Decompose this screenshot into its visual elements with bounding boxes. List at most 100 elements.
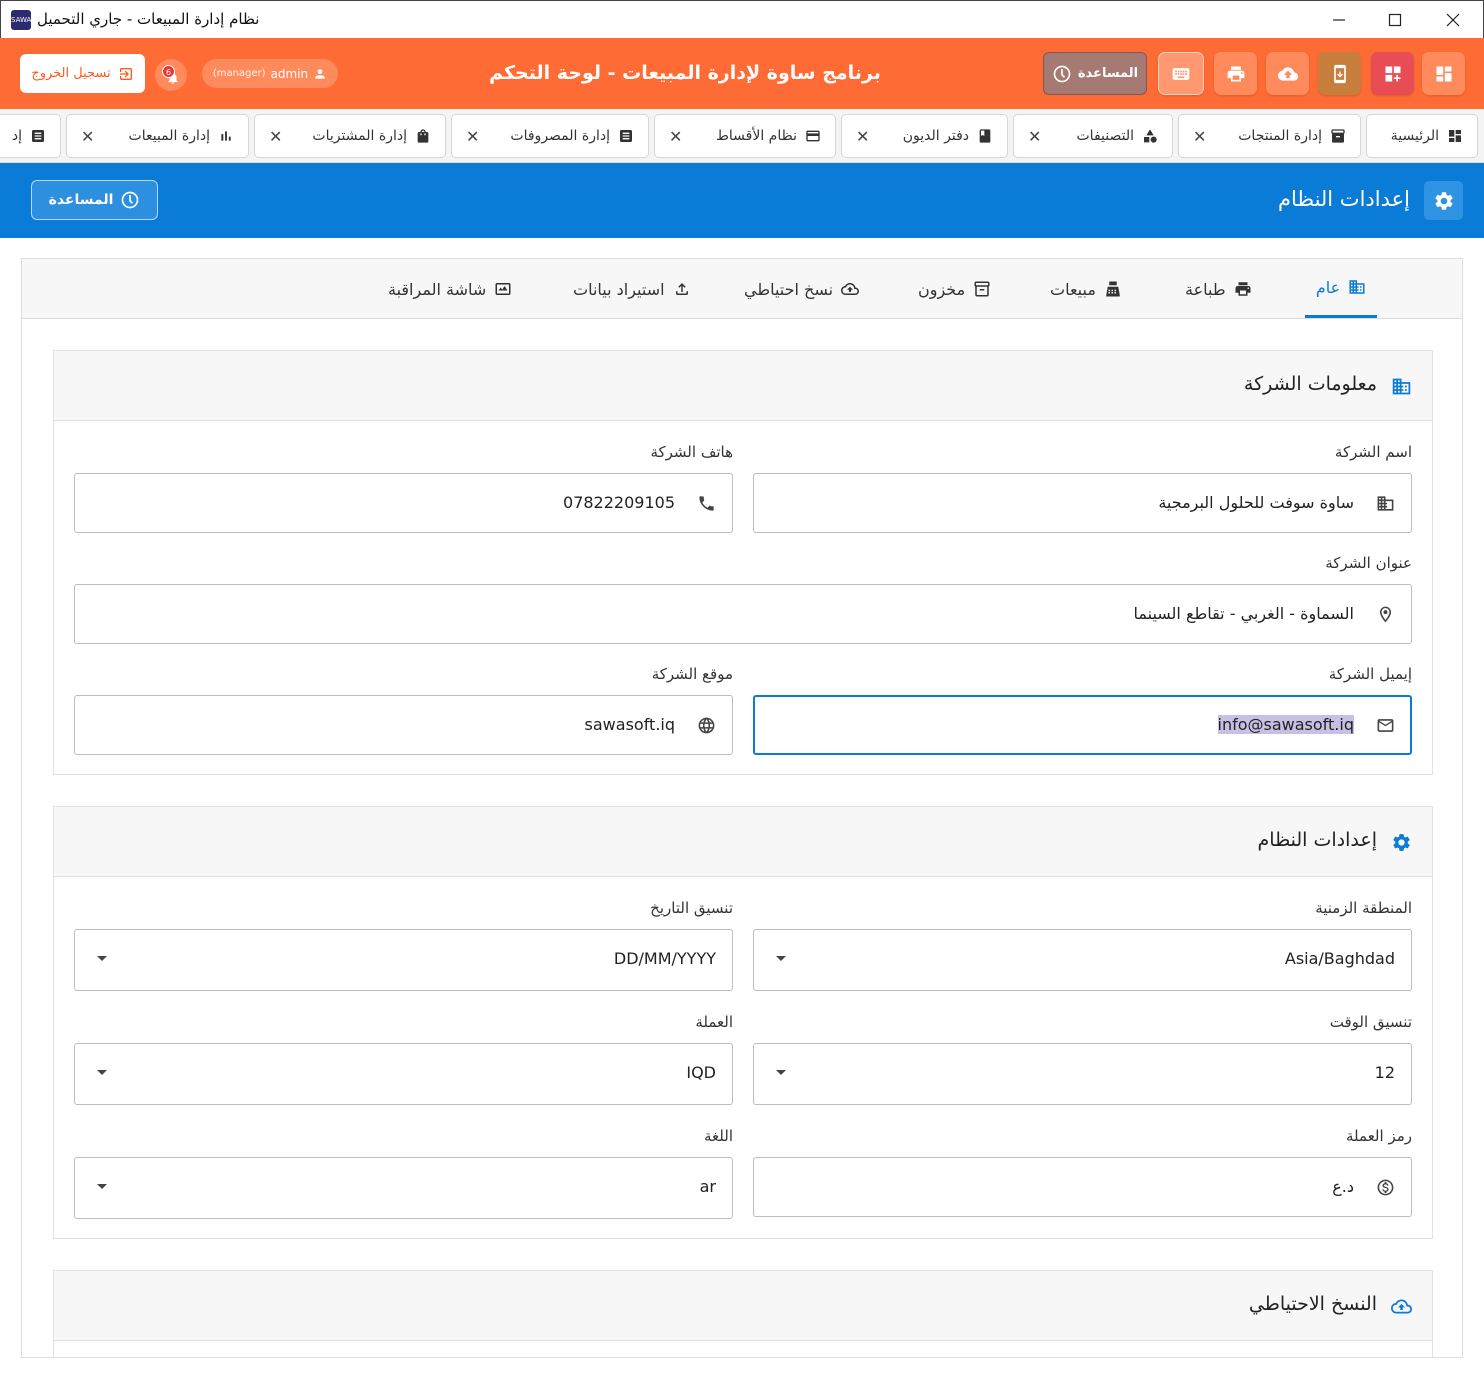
keyboard-icon [1172, 67, 1190, 80]
nav-tab-label: نظام الأقساط [715, 128, 797, 144]
company-name-value: ساوة سوفت للحلول البرمجية [1158, 493, 1354, 512]
company-email-field[interactable]: info@sawasoft.iq [753, 695, 1412, 755]
nav-tab-label: إد [11, 128, 22, 144]
settings-tab-backup[interactable]: نسخ احتياطي [744, 259, 860, 319]
dashboard-icon [1449, 130, 1461, 142]
nav-tab-label: التصنيفات [1076, 128, 1135, 144]
settings-tab-label: نسخ احتياطي [744, 279, 834, 299]
nav-tab-label: إدارة المصروفات [510, 128, 610, 144]
nav-tab-label: إدارة المشتريات [312, 128, 407, 144]
nav-tab-products[interactable]: إدارة المنتجات ✕ [1178, 114, 1361, 158]
settings-tabs: عام طباعة مبيعات مخزون نسخ احتياطي استير… [22, 259, 1462, 319]
section-title: إعدادات النظام [1257, 829, 1377, 851]
inventory-icon [974, 281, 990, 297]
language-select[interactable]: ar [74, 1157, 733, 1219]
currency-select[interactable]: IQD [74, 1043, 733, 1105]
settings-tab-label: شاشة المراقبة [388, 279, 487, 299]
close-tab-icon[interactable]: ✕ [1028, 127, 1041, 146]
settings-tab-label: طباعة [1185, 279, 1226, 299]
date-format-select[interactable]: DD/MM/YYYY [74, 929, 733, 991]
keyboard-button[interactable] [1158, 52, 1204, 95]
chevron-down-icon [97, 956, 107, 961]
book-icon [979, 129, 991, 143]
add-widget-button[interactable] [1371, 52, 1414, 95]
company-address-value: السماوة - الغربي - تقاطع السينما [1133, 604, 1354, 623]
close-window-button[interactable] [1425, 1, 1481, 39]
nav-tab-expenses[interactable]: إدارة المصروفات ✕ [451, 114, 649, 158]
cloud-upload-button[interactable] [1266, 52, 1309, 95]
chevron-down-icon [97, 1070, 107, 1075]
close-tab-icon[interactable]: ✕ [269, 127, 282, 146]
company-website-label: موقع الشركة [651, 665, 733, 683]
nav-tab-label: دفتر الديون [902, 128, 969, 144]
close-tab-icon[interactable]: ✕ [81, 127, 94, 146]
nav-tab-label: إدارة المبيعات [128, 128, 210, 144]
notification-badge: 6 [162, 65, 175, 78]
logout-button[interactable]: تسجيل الخروج [20, 54, 145, 93]
nav-tab-reports[interactable]: إد [0, 114, 61, 158]
settings-tab-inventory[interactable]: مخزون [918, 259, 991, 319]
gear-icon [1434, 191, 1453, 210]
close-tab-icon[interactable]: ✕ [1193, 127, 1206, 146]
settings-tab-monitor[interactable]: شاشة المراقبة [388, 259, 512, 319]
cloud-upload-icon [1391, 1299, 1412, 1314]
phone-icon [699, 496, 714, 511]
page-header: إعدادات النظام المساعدة [0, 163, 1484, 238]
time-format-select[interactable]: 12 [753, 1043, 1412, 1105]
settings-tab-label: مبيعات [1050, 279, 1096, 299]
settings-tab-print[interactable]: طباعة [1185, 259, 1252, 319]
company-phone-field[interactable]: 07822209105 [74, 473, 733, 533]
company-name-field[interactable]: ساوة سوفت للحلول البرمجية [753, 473, 1412, 533]
company-email-value: info@sawasoft.iq [1217, 715, 1354, 734]
nav-tab-categories[interactable]: التصنيفات ✕ [1013, 114, 1173, 158]
dashboard-button[interactable] [1422, 52, 1465, 95]
minimize-button[interactable] [1311, 1, 1367, 39]
company-info-header: معلومات الشركة [54, 351, 1432, 421]
maximize-button[interactable] [1367, 1, 1423, 39]
company-address-field[interactable]: السماوة - الغربي - تقاطع السينما [74, 584, 1412, 644]
page-help-button[interactable]: المساعدة [31, 180, 158, 220]
print-button[interactable] [1214, 52, 1257, 95]
upload-icon [675, 283, 688, 295]
close-tab-icon[interactable]: ✕ [856, 127, 869, 146]
header-help-button[interactable]: المساعدة [1043, 52, 1147, 95]
download-button[interactable] [1318, 52, 1361, 95]
settings-tab-label: مخزون [918, 279, 966, 299]
header-help-label: المساعدة [1077, 66, 1139, 81]
company-website-field[interactable]: sawasoft.iq [74, 695, 733, 755]
system-settings-header: إعدادات النظام [54, 807, 1432, 877]
mail-icon [1377, 719, 1394, 732]
settings-tab-sales[interactable]: مبيعات [1050, 259, 1122, 319]
timezone-select[interactable]: Asia/Baghdad [753, 929, 1412, 991]
language-label: اللغة [704, 1127, 733, 1145]
nav-tab-installments[interactable]: نظام الأقساط ✕ [654, 114, 836, 158]
backup-section: النسخ الاحتياطي [53, 1270, 1433, 1357]
user-menu[interactable]: (manager) admin [202, 59, 338, 88]
logout-label: تسجيل الخروج [31, 66, 111, 81]
archive-icon [1331, 129, 1345, 143]
close-tab-icon[interactable]: ✕ [466, 127, 479, 146]
dollar-circle-icon [1377, 1179, 1394, 1196]
timezone-label: المنطقة الزمنية [1315, 899, 1412, 917]
nav-tab-debts[interactable]: دفتر الديون ✕ [841, 114, 1008, 158]
currency-label: العملة [695, 1013, 733, 1031]
app-logo: SAWA [11, 10, 31, 30]
backup-header: النسخ الاحتياطي [54, 1271, 1432, 1341]
nav-tab-label: إدارة المنتجات [1238, 128, 1322, 144]
currency-symbol-field[interactable]: د.ع [753, 1157, 1412, 1217]
settings-tab-import[interactable]: استيراد بيانات [573, 259, 691, 319]
company-phone-value: 07822209105 [563, 493, 675, 512]
nav-tab-sales[interactable]: إدارة المبيعات ✕ [66, 114, 249, 158]
section-title: معلومات الشركة [1243, 373, 1377, 395]
settings-panel: عام طباعة مبيعات مخزون نسخ احتياطي استير… [21, 258, 1463, 1358]
nav-tab-purchases[interactable]: إدارة المشتريات ✕ [254, 114, 446, 158]
maximize-icon [1388, 13, 1402, 27]
phone-download-icon [1333, 64, 1346, 83]
settings-tab-general[interactable]: عام [1305, 259, 1377, 318]
nav-tab-home[interactable]: الرئيسية [1366, 114, 1478, 158]
globe-icon [698, 717, 715, 734]
notifications-button[interactable]: 6 [155, 59, 187, 91]
section-title: النسخ الاحتياطي [1248, 1293, 1377, 1315]
close-tab-icon[interactable]: ✕ [669, 127, 682, 146]
dashboard-icon [1436, 66, 1451, 81]
